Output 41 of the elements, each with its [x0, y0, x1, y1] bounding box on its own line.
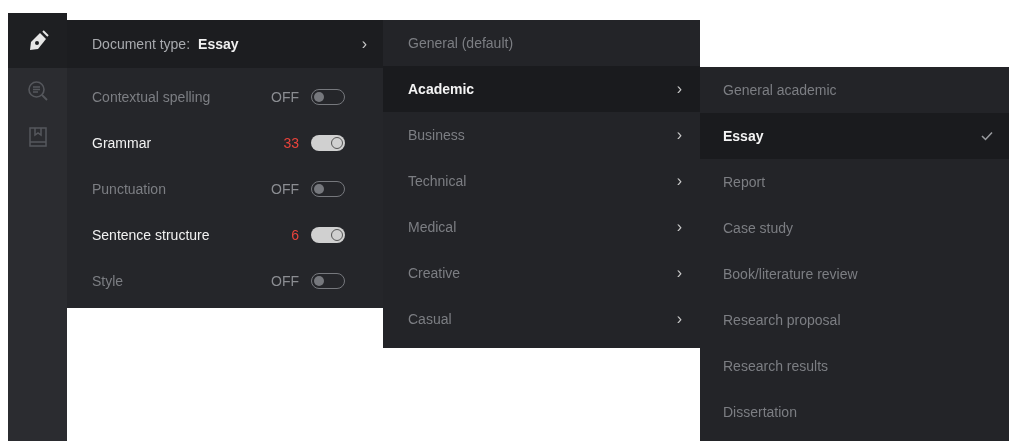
book-icon — [27, 126, 48, 148]
menu-item[interactable]: Case study — [700, 205, 1009, 251]
document-type-value: Essay — [198, 34, 239, 54]
chevron-icon: › — [676, 123, 682, 147]
menu-item[interactable]: Report — [700, 159, 1009, 205]
issue-count: 6 — [291, 225, 299, 245]
check-label: Punctuation — [92, 179, 167, 199]
toggle-switch[interactable] — [311, 227, 345, 243]
menu-item[interactable]: Essay — [700, 113, 1009, 159]
check-icon — [981, 131, 993, 141]
menu-item[interactable]: Academic › — [383, 66, 700, 112]
document-type-row[interactable]: Document type: Essay › — [67, 20, 383, 68]
chevron-icon: › — [676, 169, 682, 193]
menu-item[interactable]: Research results — [700, 343, 1009, 389]
check-label: Sentence structure — [92, 225, 211, 245]
menu-item[interactable]: Technical › — [383, 158, 700, 204]
check-label: Contextual spelling — [92, 87, 212, 107]
status-text: OFF — [271, 179, 299, 199]
chevron-icon: › — [676, 261, 682, 285]
check-label: Style — [92, 271, 125, 291]
status-text: OFF — [271, 271, 299, 291]
menu-item[interactable]: Book/literature review — [700, 251, 1009, 297]
chevron-icon: › — [676, 307, 682, 331]
toggle-switch[interactable] — [311, 135, 345, 151]
issue-count: 33 — [283, 133, 299, 153]
chevron-icon: › — [676, 215, 682, 239]
search-icon — [26, 80, 49, 102]
status-text: OFF — [271, 87, 299, 107]
document-type-label: Document type: — [92, 34, 191, 54]
menu-item[interactable]: General academic — [700, 67, 1009, 113]
menu-item[interactable]: General (default) — [383, 20, 700, 66]
menu-item[interactable]: Business › — [383, 112, 700, 158]
menu-item[interactable]: Dissertation — [700, 389, 1009, 435]
check-label: Grammar — [92, 133, 153, 153]
menu-item[interactable]: Casual › — [383, 296, 700, 342]
menu-item[interactable]: Creative › — [383, 250, 700, 296]
chevron-icon: › — [361, 32, 367, 56]
menu-item[interactable]: Research proposal — [700, 297, 1009, 343]
menu-item[interactable]: Medical › — [383, 204, 700, 250]
chevron-icon: › — [676, 77, 682, 101]
sidebar-tab[interactable] — [8, 13, 67, 68]
